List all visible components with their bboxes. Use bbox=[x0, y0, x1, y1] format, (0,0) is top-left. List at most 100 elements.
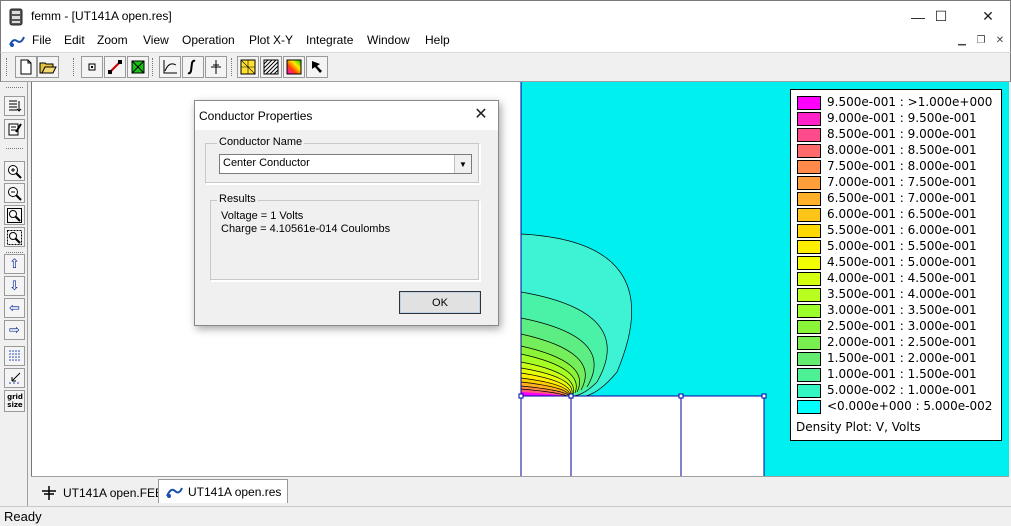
toolbar-grip[interactable] bbox=[73, 58, 76, 76]
edit-properties-icon[interactable] bbox=[4, 119, 25, 139]
zoom-in-icon[interactable] bbox=[4, 161, 25, 181]
pan-up-icon[interactable]: ⇧ bbox=[4, 254, 25, 274]
legend-swatch bbox=[797, 272, 821, 286]
legend-label: 3.000e-001 : 3.500e-001 bbox=[827, 303, 977, 317]
plot-xy-icon[interactable] bbox=[159, 56, 181, 78]
legend-label: 7.000e-001 : 7.500e-001 bbox=[827, 175, 977, 189]
legend-swatch bbox=[797, 224, 821, 238]
pan-down-icon[interactable]: ⇩ bbox=[4, 276, 25, 296]
maximize-button[interactable]: ☐ bbox=[918, 1, 964, 32]
status-bar: Ready bbox=[0, 506, 1011, 526]
chevron-down-icon[interactable]: ▼ bbox=[454, 155, 471, 173]
legend-entry: 4.000e-001 : 4.500e-001 bbox=[797, 271, 997, 287]
zoom-window-icon[interactable] bbox=[4, 227, 25, 247]
femm-app-icon[interactable] bbox=[9, 8, 23, 26]
legend-label: 8.500e-001 : 9.000e-001 bbox=[827, 127, 977, 141]
toolbar-grip[interactable] bbox=[152, 58, 155, 76]
toolbar-grip[interactable] bbox=[231, 58, 234, 76]
legend-label: 2.000e-001 : 2.500e-001 bbox=[827, 335, 977, 349]
document-system-menu-icon[interactable] bbox=[8, 34, 26, 49]
legend-swatch bbox=[797, 96, 821, 110]
menu-view[interactable]: View bbox=[143, 33, 169, 47]
menu-operation[interactable]: Operation bbox=[182, 33, 235, 47]
tab-fee-file[interactable]: UT141A open.FEE bbox=[34, 482, 170, 503]
open-folder-icon[interactable] bbox=[37, 56, 59, 78]
ok-button[interactable]: OK bbox=[399, 291, 481, 314]
menu-file[interactable]: File bbox=[32, 33, 51, 47]
close-window-button[interactable]: ✕ bbox=[965, 1, 1011, 32]
results-label: Results bbox=[217, 193, 258, 205]
snap-grid-icon[interactable] bbox=[4, 368, 25, 388]
dialog-title: Conductor Properties bbox=[199, 109, 313, 123]
menu-plot-xy[interactable]: Plot X-Y bbox=[249, 33, 293, 47]
menu-zoom[interactable]: Zoom bbox=[97, 33, 128, 47]
show-mesh-icon[interactable] bbox=[237, 56, 259, 78]
grid-size-icon[interactable]: grid size bbox=[4, 390, 25, 412]
legend-label: 5.500e-001 : 6.000e-001 bbox=[827, 223, 977, 237]
menu-help[interactable]: Help bbox=[425, 33, 450, 47]
charge-result: Charge = 4.10561e-014 Coulombs bbox=[221, 223, 391, 235]
legend-swatch bbox=[797, 400, 821, 414]
problem-file-icon bbox=[40, 485, 58, 501]
main-toolbar bbox=[0, 52, 1011, 82]
density-legend: 9.500e-001 : >1.000e+000 9.000e-001 : 9.5… bbox=[790, 89, 1002, 441]
menu-integrate[interactable]: Integrate bbox=[306, 33, 353, 47]
legend-label: <0.000e+000 : 5.000e-002 bbox=[827, 399, 993, 413]
circuit-props-icon[interactable] bbox=[205, 56, 227, 78]
show-grid-icon[interactable] bbox=[4, 346, 25, 366]
select-block-icon[interactable] bbox=[127, 56, 149, 78]
mdi-minimize-icon[interactable]: ▁ bbox=[954, 34, 970, 48]
legend-swatch bbox=[797, 144, 821, 158]
legend-label: 6.500e-001 : 7.000e-001 bbox=[827, 191, 977, 205]
menu-window[interactable]: Window bbox=[367, 33, 410, 47]
legend-swatch bbox=[797, 208, 821, 222]
legend-title: Density Plot: V, Volts bbox=[796, 420, 921, 434]
legend-label: 2.500e-001 : 3.000e-001 bbox=[827, 319, 977, 333]
legend-label: 3.500e-001 : 4.000e-001 bbox=[827, 287, 977, 301]
pointer-icon[interactable] bbox=[306, 56, 328, 78]
toolbar-grip[interactable] bbox=[6, 148, 23, 150]
menu-edit[interactable]: Edit bbox=[64, 33, 85, 47]
dialog-title-bar[interactable]: Conductor Properties ✕ bbox=[195, 101, 498, 130]
voltage-result: Voltage = 1 Volts bbox=[221, 210, 304, 222]
legend-label: 4.500e-001 : 5.000e-001 bbox=[827, 255, 977, 269]
properties-list-icon[interactable] bbox=[4, 96, 25, 116]
toolbar-grip[interactable] bbox=[6, 87, 23, 89]
select-point-icon[interactable] bbox=[81, 56, 103, 78]
legend-swatch bbox=[797, 256, 821, 270]
contour-plot-icon[interactable] bbox=[283, 56, 305, 78]
conductor-name-dropdown[interactable]: Center Conductor ▼ bbox=[219, 154, 472, 174]
tab-res-file[interactable]: UT141A open.res bbox=[158, 479, 289, 503]
zoom-out-icon[interactable] bbox=[4, 183, 25, 203]
legend-swatch bbox=[797, 304, 821, 318]
select-segment-icon[interactable] bbox=[104, 56, 126, 78]
legend-entry: 5.000e-001 : 5.500e-001 bbox=[797, 239, 997, 255]
legend-label: 7.500e-001 : 8.000e-001 bbox=[827, 159, 977, 173]
pan-left-icon[interactable]: ⇦ bbox=[4, 298, 25, 318]
legend-entry: 8.000e-001 : 8.500e-001 bbox=[797, 143, 997, 159]
legend-label: 9.000e-001 : 9.500e-001 bbox=[827, 111, 977, 125]
legend-swatch bbox=[797, 192, 821, 206]
svg-text:grid: grid bbox=[7, 393, 23, 401]
new-document-icon[interactable] bbox=[15, 56, 37, 78]
title-bar: femm - [UT141A open.res] — ☐ ✕ bbox=[0, 0, 1011, 31]
legend-entry: 4.500e-001 : 5.000e-001 bbox=[797, 255, 997, 271]
tab-label: UT141A open.res bbox=[188, 484, 282, 499]
pan-right-icon[interactable]: ⇨ bbox=[4, 320, 25, 340]
solution-file-icon bbox=[165, 484, 183, 500]
legend-entry: 6.500e-001 : 7.000e-001 bbox=[797, 191, 997, 207]
mdi-restore-icon[interactable]: ❐ bbox=[973, 34, 989, 48]
legend-swatch bbox=[797, 336, 821, 350]
dialog-close-button[interactable]: ✕ bbox=[469, 104, 493, 126]
legend-label: 9.500e-001 : >1.000e+000 bbox=[827, 95, 993, 109]
integrate-icon[interactable] bbox=[182, 56, 204, 78]
mdi-close-icon[interactable]: ✕ bbox=[992, 34, 1008, 48]
tab-label: UT141A open.FEE bbox=[63, 485, 164, 500]
zoom-natural-icon[interactable] bbox=[4, 205, 25, 225]
legend-entry: 8.500e-001 : 9.000e-001 bbox=[797, 127, 997, 143]
legend-entry: 9.000e-001 : 9.500e-001 bbox=[797, 111, 997, 127]
density-plot-icon[interactable] bbox=[260, 56, 282, 78]
legend-entry: 9.500e-001 : >1.000e+000 bbox=[797, 95, 997, 111]
document-tabs: UT141A open.FEE UT141A open.res bbox=[31, 476, 1009, 504]
toolbar-grip[interactable] bbox=[6, 58, 9, 76]
